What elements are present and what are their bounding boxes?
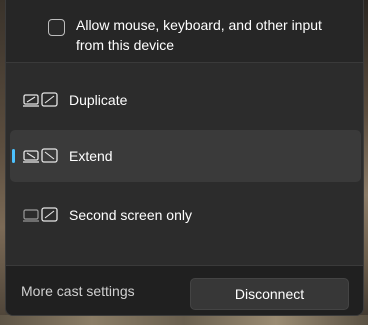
wallpaper-bottom-edge (0, 315, 368, 325)
allow-input-checkbox[interactable] (48, 19, 65, 36)
mode-extend[interactable]: Extend (10, 130, 361, 182)
mode-second-screen-only-label: Second screen only (69, 207, 192, 223)
mode-extend-label: Extend (69, 148, 113, 164)
allow-input-row[interactable]: Allow mouse, keyboard, and other input f… (6, 0, 363, 63)
mode-second-screen-only[interactable]: Second screen only (10, 189, 361, 241)
duplicate-icon (23, 92, 58, 107)
disconnect-button[interactable]: Disconnect (190, 278, 349, 310)
flyout-footer: More cast settings Disconnect (6, 265, 363, 315)
allow-input-label: Allow mouse, keyboard, and other input f… (76, 17, 322, 53)
mode-duplicate[interactable]: Duplicate (10, 74, 361, 126)
mode-duplicate-label: Duplicate (69, 92, 128, 108)
cast-flyout-panel: Allow mouse, keyboard, and other input f… (5, 0, 364, 316)
more-cast-settings-link[interactable]: More cast settings (21, 281, 135, 301)
second-screen-only-icon (23, 207, 58, 222)
extend-icon (23, 148, 58, 163)
selected-indicator (12, 149, 15, 163)
